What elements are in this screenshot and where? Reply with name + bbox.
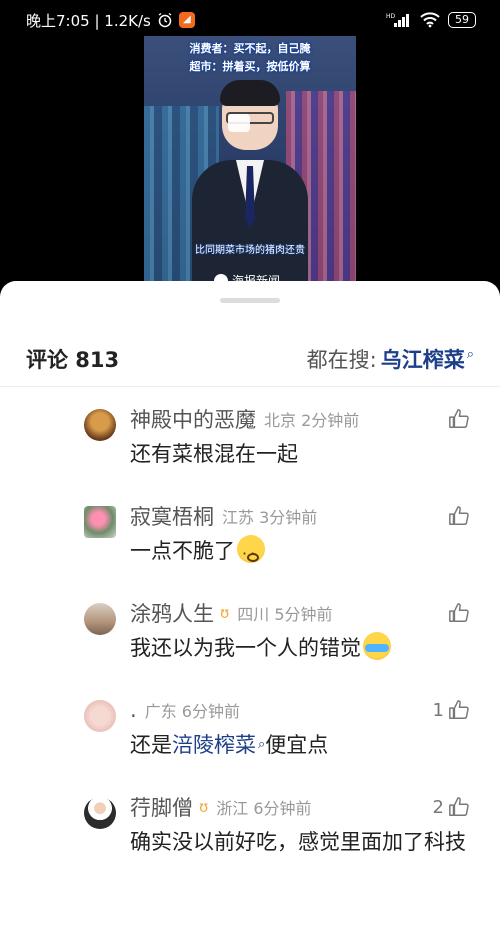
comment-count: 评论 813 bbox=[26, 347, 120, 372]
comment-text-body: 一点不脆了 bbox=[130, 539, 235, 563]
comment-text: 确实没以前好吃，感觉里面加了科技 bbox=[130, 830, 466, 854]
comment-meta: 涂鸦人生 ʊ 四川 5分钟前 bbox=[130, 595, 470, 631]
signal-icon: HD bbox=[386, 12, 412, 28]
comment-item: 神殿中的恶魔 北京 2分钟前 还有菜根混在一起 bbox=[0, 401, 500, 498]
like-button[interactable] bbox=[448, 505, 470, 527]
thumbs-up-icon bbox=[449, 409, 469, 428]
trending-prefix: 都在搜: bbox=[306, 347, 377, 372]
video-player[interactable]: 消费者：买不起，自己腌 超市：拼着买，按低价算 比同期菜市场的猪肉还贵 海报新闻 bbox=[144, 36, 356, 294]
status-bar: 晚上7:05 | 1.2K/s ◢ HD 59 bbox=[0, 0, 500, 40]
like-button[interactable] bbox=[448, 602, 470, 624]
wifi-icon bbox=[420, 12, 440, 28]
status-left: 晚上7:05 | 1.2K/s ◢ bbox=[26, 10, 195, 31]
comment-item: 寂寞梧桐 江苏 3分钟前 一点不脆了 bbox=[0, 498, 500, 595]
like-count: 1 bbox=[432, 699, 444, 721]
username[interactable]: 寂寞梧桐 bbox=[130, 501, 214, 531]
avatar[interactable] bbox=[84, 603, 116, 635]
comment-text: 还有菜根混在一起 bbox=[130, 442, 298, 466]
search-icon: ⌕ bbox=[258, 737, 266, 752]
trending-search[interactable]: 都在搜: 乌江榨菜 ⌕ bbox=[307, 344, 474, 374]
clock-network-speed: 晚上7:05 | 1.2K/s bbox=[26, 11, 151, 30]
search-icon: ⌕ bbox=[466, 347, 474, 362]
drag-handle[interactable] bbox=[220, 298, 280, 303]
comment-text: 我还以为我一个人的错觉 bbox=[130, 631, 470, 665]
crying-face-emoji-icon bbox=[363, 632, 391, 660]
location-time: 江苏 3分钟前 bbox=[222, 508, 318, 527]
username[interactable]: . bbox=[130, 698, 137, 722]
vip-badge-icon: ʊ bbox=[220, 604, 230, 622]
alarm-icon bbox=[157, 12, 173, 28]
comment-text: 一点不脆了 bbox=[130, 534, 470, 571]
username[interactable]: 神殿中的恶魔 bbox=[130, 404, 256, 434]
location-time: 浙江 6分钟前 bbox=[216, 799, 312, 818]
like-button[interactable]: 1 bbox=[433, 699, 470, 721]
comment-meta: 神殿中的恶魔 北京 2分钟前 bbox=[130, 401, 470, 437]
comment-item: . 广东 6分钟前 1 还是涪陵榨菜 ⌕便宜点 bbox=[0, 692, 500, 789]
username[interactable]: 涂鸦人生 bbox=[130, 598, 214, 628]
comment-text-after: 便宜点 bbox=[265, 733, 329, 757]
comments-sheet: 评论 813 都在搜: 乌江榨菜 ⌕ 神殿中的恶魔 北京 2分钟前 还有菜根混在… bbox=[0, 281, 500, 932]
thumbs-up-icon bbox=[449, 506, 469, 525]
video-subtitle: 比同期菜市场的猪肉还贵 bbox=[195, 245, 305, 256]
search-term-link[interactable]: 涪陵榨菜 bbox=[172, 733, 256, 757]
hd-label: HD bbox=[386, 13, 396, 20]
comment-text-before: 还是 bbox=[130, 733, 172, 757]
thumbs-up-icon bbox=[449, 603, 469, 622]
comment-item: 涂鸦人生 ʊ 四川 5分钟前 我还以为我一个人的错觉 bbox=[0, 595, 500, 692]
comment-text-body: 我还以为我一个人的错觉 bbox=[130, 636, 361, 660]
comment-item: 荇脚僧 ʊ 浙江 6分钟前 2 确实没以前好吃，感觉里面加了科技 bbox=[0, 789, 500, 919]
avatar[interactable] bbox=[84, 797, 116, 829]
thumbs-up-icon bbox=[449, 797, 469, 816]
like-button[interactable]: 2 bbox=[433, 796, 470, 818]
location-time: 广东 6分钟前 bbox=[144, 702, 240, 721]
like-button[interactable] bbox=[448, 408, 470, 430]
worried-face-emoji-icon bbox=[237, 535, 265, 571]
comment-meta: 寂寞梧桐 江苏 3分钟前 bbox=[130, 498, 470, 534]
avatar[interactable] bbox=[84, 700, 116, 732]
username[interactable]: 荇脚僧 bbox=[130, 792, 193, 822]
thumbs-up-icon bbox=[449, 700, 469, 719]
comment-list: 神殿中的恶魔 北京 2分钟前 还有菜根混在一起 寂寞梧桐 江苏 3分钟前 一点不… bbox=[0, 401, 500, 919]
status-right: HD 59 bbox=[386, 12, 476, 28]
comment-meta: . 广东 6分钟前 1 bbox=[130, 692, 470, 728]
comment-text: 还是涪陵榨菜 ⌕便宜点 bbox=[130, 728, 470, 766]
avatar[interactable] bbox=[84, 409, 116, 441]
like-count: 2 bbox=[432, 796, 444, 818]
comment-meta: 荇脚僧 ʊ 浙江 6分钟前 2 bbox=[130, 789, 470, 825]
video-caption-line1: 消费者：买不起，自己腌 bbox=[189, 42, 311, 55]
location-time: 北京 2分钟前 bbox=[264, 411, 360, 430]
trending-term-link[interactable]: 乌江榨菜 bbox=[381, 344, 465, 374]
app-notification-icon: ◢ bbox=[178, 12, 195, 28]
comments-header: 评论 813 都在搜: 乌江榨菜 ⌕ bbox=[0, 331, 500, 387]
battery-indicator: 59 bbox=[448, 12, 476, 28]
avatar[interactable] bbox=[84, 506, 116, 538]
vip-badge-icon: ʊ bbox=[199, 798, 209, 816]
location-time: 四川 5分钟前 bbox=[237, 605, 333, 624]
news-anchor-figure bbox=[192, 80, 308, 294]
video-caption-line2: 超市：拼着买，按低价算 bbox=[189, 60, 311, 73]
